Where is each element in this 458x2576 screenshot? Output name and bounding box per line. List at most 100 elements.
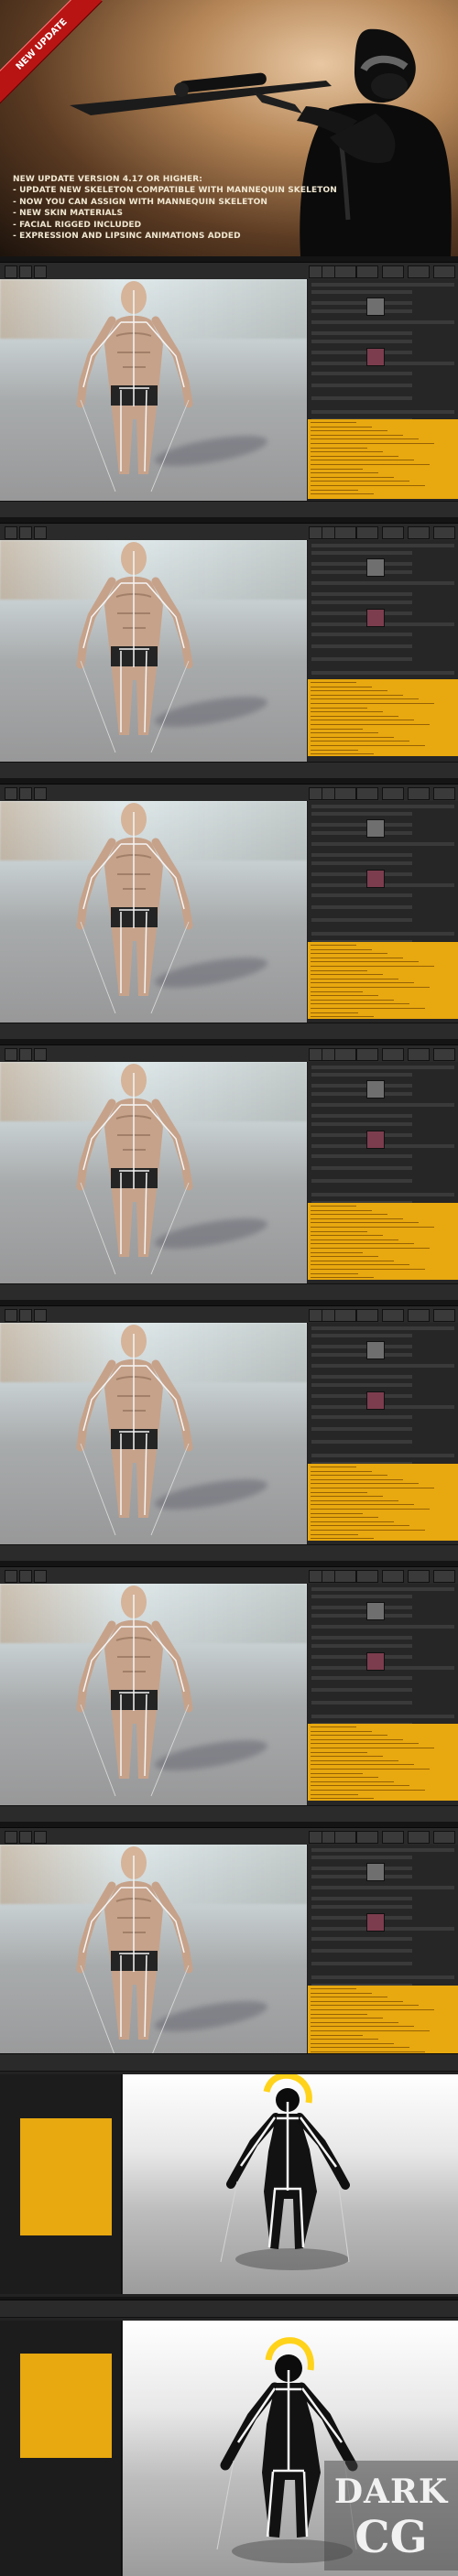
toolbar-button[interactable] [433,265,455,278]
property-row[interactable] [311,1856,412,1859]
property-row[interactable] [311,551,412,555]
toolbar-button[interactable] [356,1048,378,1061]
toolbar-button[interactable] [382,1570,404,1583]
toolbar-button[interactable] [34,526,47,539]
toolbar-button[interactable] [408,1309,430,1322]
toolbar-button[interactable] [408,1048,430,1061]
toolbar-button[interactable] [5,787,17,800]
property-row[interactable] [311,1073,412,1077]
character-viewport[interactable] [0,1323,307,1544]
property-row[interactable] [311,1103,454,1107]
material-thumbnail[interactable] [366,609,385,627]
property-row[interactable] [311,1364,454,1368]
property-row[interactable] [311,612,412,615]
toolbar-button[interactable] [356,1570,378,1583]
toolbar-button[interactable] [19,1048,32,1061]
toolbar-button[interactable] [19,526,32,539]
toolbar-button[interactable] [433,1309,455,1322]
toolbar-button[interactable] [382,787,404,800]
character-viewport[interactable] [0,540,307,762]
toolbar-button[interactable] [382,265,404,278]
property-row[interactable] [311,1394,412,1398]
toolbar-button[interactable] [433,1570,455,1583]
property-row[interactable] [311,581,454,585]
animation-list[interactable] [308,1203,458,1280]
toolbar-button[interactable] [34,1309,47,1322]
toolbar-button[interactable] [334,1309,356,1322]
toolbar-button[interactable] [356,787,378,800]
material-thumbnail[interactable] [366,298,385,316]
material-thumbnail[interactable] [366,1602,385,1620]
toolbar-button[interactable] [382,526,404,539]
property-row[interactable] [311,812,412,816]
material-thumbnail[interactable] [366,1131,385,1149]
toolbar-button[interactable] [34,265,47,278]
material-thumbnail[interactable] [366,1913,385,1932]
toolbar-button[interactable] [334,526,356,539]
toolbar-button[interactable] [34,1831,47,1844]
toolbar-button[interactable] [433,1048,455,1061]
property-row[interactable] [311,644,412,648]
property-row[interactable] [311,1655,412,1659]
property-row[interactable] [311,290,412,294]
material-thumbnail[interactable] [366,1341,385,1359]
toolbar-button[interactable] [19,265,32,278]
animation-list[interactable] [308,679,458,756]
toolbar-button[interactable] [5,1831,17,1844]
animation-list[interactable] [308,1464,458,1541]
toolbar-button[interactable] [408,526,430,539]
property-row[interactable] [311,320,454,324]
toolbar-button[interactable] [382,1048,404,1061]
animation-list[interactable] [308,1724,458,1801]
material-thumbnail[interactable] [366,1863,385,1881]
toolbar-button[interactable] [356,526,378,539]
material-thumbnail[interactable] [366,348,385,366]
toolbar-button[interactable] [382,1831,404,1844]
character-viewport[interactable] [0,1584,307,1805]
material-thumbnail[interactable] [366,558,385,577]
property-row[interactable] [311,1625,454,1629]
toolbar-button[interactable] [408,1831,430,1844]
skeleton-tree[interactable] [0,2074,122,2294]
toolbar-button[interactable] [19,787,32,800]
property-row[interactable] [311,1595,412,1598]
property-row[interactable] [311,1133,412,1137]
animation-list[interactable] [308,1986,458,2062]
property-row[interactable] [311,1166,412,1170]
material-thumbnail[interactable] [366,819,385,838]
toolbar-button[interactable] [5,1048,17,1061]
material-thumbnail[interactable] [366,1391,385,1410]
property-row[interactable] [311,1886,454,1889]
toolbar-button[interactable] [356,1309,378,1322]
toolbar-button[interactable] [34,1570,47,1583]
animation-list[interactable] [308,942,458,1019]
material-thumbnail[interactable] [366,1652,385,1671]
material-thumbnail[interactable] [366,1080,385,1099]
character-viewport[interactable] [0,1062,307,1283]
toolbar-button[interactable] [19,1570,32,1583]
toolbar-button[interactable] [34,787,47,800]
toolbar-button[interactable] [433,787,455,800]
property-row[interactable] [311,351,412,354]
toolbar-button[interactable] [408,787,430,800]
skeleton-tree[interactable] [0,2321,122,2576]
toolbar-button[interactable] [5,265,17,278]
toolbar-button[interactable] [334,1831,356,1844]
toolbar-button[interactable] [408,265,430,278]
toolbar-button[interactable] [19,1831,32,1844]
toolbar-button[interactable] [433,1831,455,1844]
property-row[interactable] [311,1334,412,1337]
toolbar-button[interactable] [334,1048,356,1061]
animation-list[interactable] [308,419,458,499]
property-row[interactable] [311,1949,412,1953]
toolbar-button[interactable] [356,265,378,278]
property-row[interactable] [311,384,412,387]
toolbar-button[interactable] [356,1831,378,1844]
toolbar-button[interactable] [433,526,455,539]
toolbar-button[interactable] [382,1309,404,1322]
property-row[interactable] [311,1688,412,1692]
toolbar-button[interactable] [19,1309,32,1322]
toolbar-button[interactable] [334,1570,356,1583]
material-thumbnail[interactable] [366,870,385,888]
character-viewport[interactable] [0,279,307,501]
